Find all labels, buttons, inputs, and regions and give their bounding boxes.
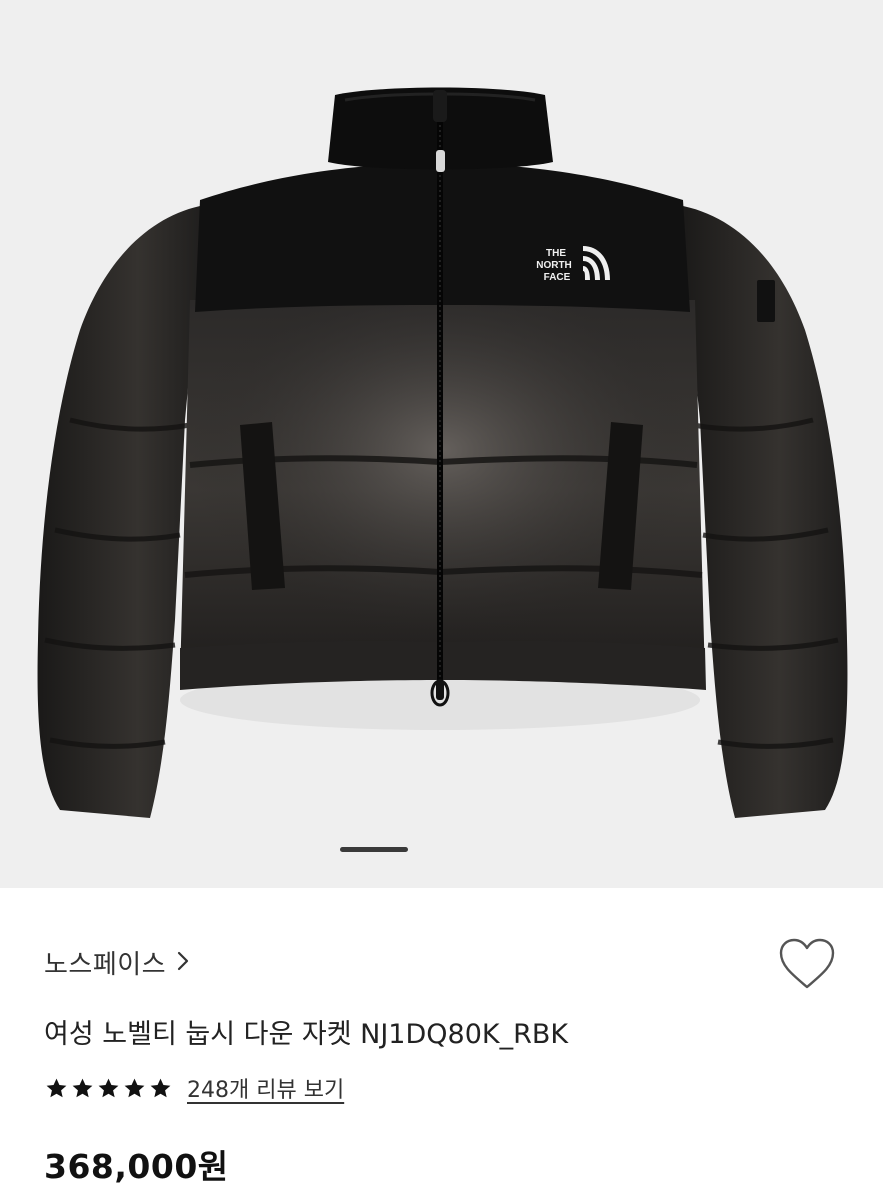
product-detail-page: THE NORTH FACE 노스페이스 여성 노벨티 눕시 다운 자켓 NJ1 bbox=[0, 0, 883, 1200]
review-link[interactable]: 248개 리뷰 보기 bbox=[187, 1072, 344, 1104]
svg-text:FACE: FACE bbox=[544, 272, 571, 283]
brand-name: 노스페이스 bbox=[44, 950, 167, 980]
heart-outline-icon bbox=[775, 938, 839, 997]
star-filled-icon bbox=[70, 1076, 95, 1101]
carousel-page-indicator bbox=[340, 847, 408, 852]
product-image: THE NORTH FACE bbox=[37, 87, 848, 818]
star-filled-icon bbox=[148, 1076, 173, 1101]
rating-row: 248개 리뷰 보기 bbox=[44, 1072, 344, 1104]
like-button[interactable] bbox=[775, 935, 839, 993]
chevron-right-icon bbox=[176, 950, 190, 976]
svg-text:NORTH: NORTH bbox=[536, 260, 572, 271]
product-image-carousel[interactable]: THE NORTH FACE bbox=[0, 0, 883, 888]
star-filled-icon bbox=[44, 1076, 69, 1101]
star-filled-icon bbox=[122, 1076, 147, 1101]
star-filled-icon bbox=[96, 1076, 121, 1101]
product-title: 여성 노벨티 눕시 다운 자켓 NJ1DQ80K_RBK bbox=[44, 1019, 569, 1050]
brand-link[interactable]: 노스페이스 bbox=[44, 944, 190, 981]
product-price: 368,000원 bbox=[44, 1147, 229, 1186]
svg-text:THE: THE bbox=[546, 248, 566, 259]
star-rating bbox=[44, 1076, 173, 1101]
